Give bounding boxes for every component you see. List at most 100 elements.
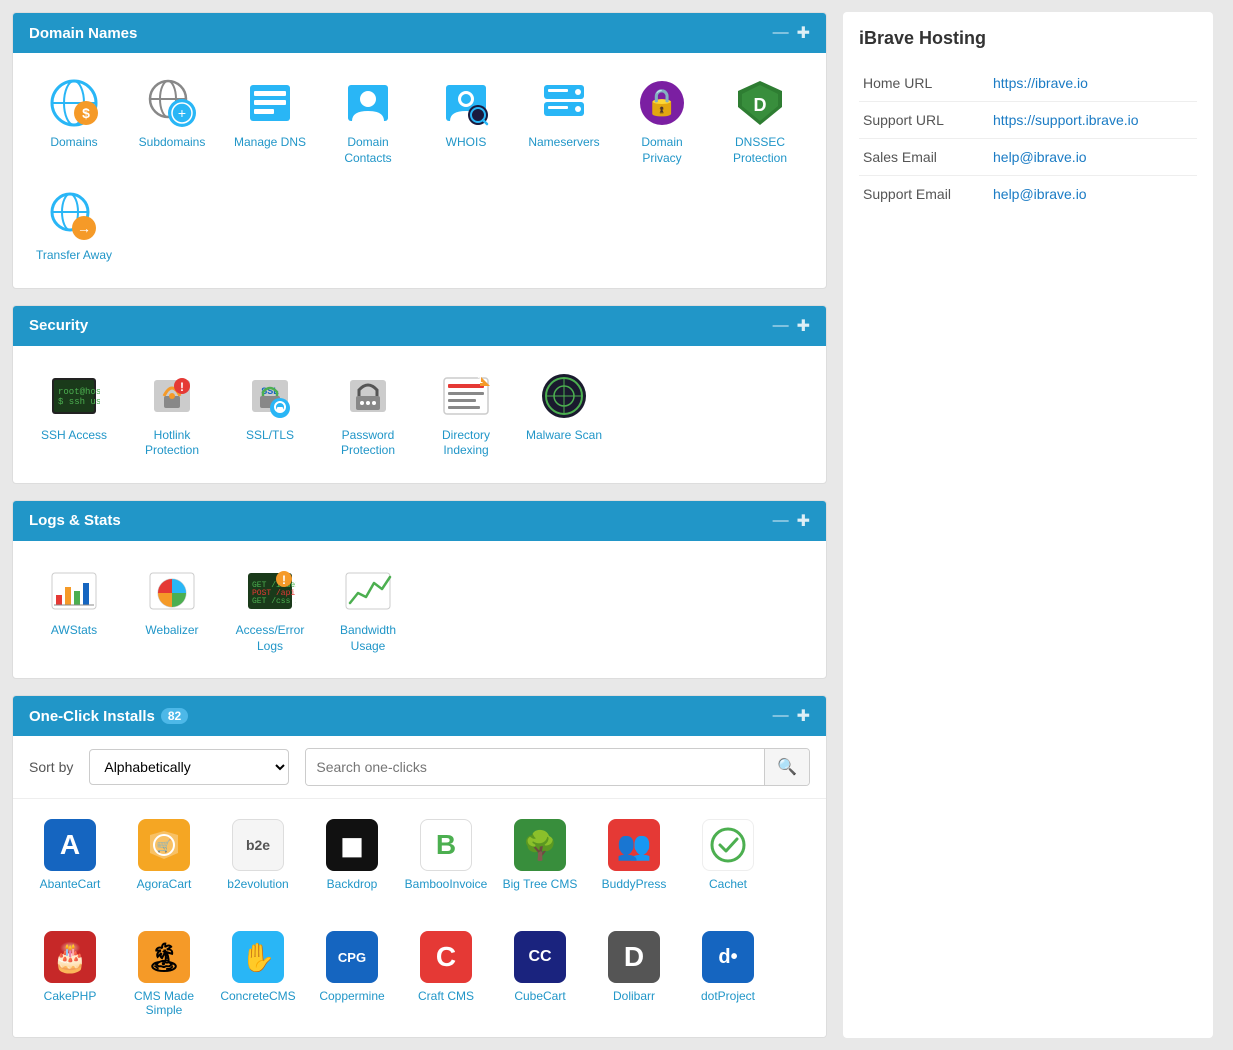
dolibarr-label: Dolibarr xyxy=(613,989,655,1003)
subdomains-item[interactable]: + Subdomains xyxy=(127,69,217,174)
logs-minimize-icon[interactable]: — xyxy=(773,512,789,530)
app-craftcms[interactable]: C Craft CMS xyxy=(401,923,491,1025)
app-agoracart[interactable]: 🛒 AgoraCart xyxy=(119,811,209,899)
sales-email-row: Sales Email help@ibrave.io xyxy=(859,139,1197,176)
sidebar: iBrave Hosting Home URL https://ibrave.i… xyxy=(843,12,1213,1038)
svg-text:🔒: 🔒 xyxy=(646,87,678,117)
app-abantecart[interactable]: A AbanteCart xyxy=(25,811,115,899)
whois-label: WHOIS xyxy=(446,135,487,151)
whois-icon xyxy=(440,77,492,129)
app-cakephp[interactable]: 🎂 CakePHP xyxy=(25,923,115,1025)
svg-text:→: → xyxy=(77,220,91,236)
app-b2evolution[interactable]: b2e b2evolution xyxy=(213,811,303,899)
app-cubecart[interactable]: CC CubeCart xyxy=(495,923,585,1025)
app-dolibarr[interactable]: D Dolibarr xyxy=(589,923,679,1025)
password-protection-icon xyxy=(342,370,394,422)
home-url-link[interactable]: https://ibrave.io xyxy=(993,75,1088,91)
cubecart-label: CubeCart xyxy=(514,989,565,1003)
dnssec-icon: D xyxy=(734,77,786,129)
app-cachet[interactable]: Cachet xyxy=(683,811,773,899)
support-email-row: Support Email help@ibrave.io xyxy=(859,176,1197,213)
search-input[interactable] xyxy=(306,749,764,785)
coppermine-icon: CPG xyxy=(326,931,378,983)
domains-item[interactable]: $ Domains xyxy=(29,69,119,174)
svg-text:🛒: 🛒 xyxy=(157,839,172,853)
hotlink-protection-label: Hotlink Protection xyxy=(131,428,213,459)
domains-label: Domains xyxy=(50,135,97,151)
awstats-label: AWStats xyxy=(51,623,97,639)
support-email-link[interactable]: help@ibrave.io xyxy=(993,186,1087,202)
password-protection-label: Password Protection xyxy=(327,428,409,459)
support-url-link[interactable]: https://support.ibrave.io xyxy=(993,112,1139,128)
transfer-away-item[interactable]: → Transfer Away xyxy=(29,182,119,272)
ssl-tls-label: SSL/TLS xyxy=(246,428,294,444)
sidebar-info-table: Home URL https://ibrave.io Support URL h… xyxy=(859,65,1197,212)
dnssec-item[interactable]: D DNSSEC Protection xyxy=(715,69,805,174)
logs-stats-body: AWStats Webalizer xyxy=(13,541,826,678)
manage-dns-item[interactable]: Manage DNS xyxy=(225,69,315,174)
hotlink-protection-item[interactable]: ! Hotlink Protection xyxy=(127,362,217,467)
one-click-title: One-Click Installs 82 xyxy=(29,708,188,725)
domain-contacts-icon xyxy=(342,77,394,129)
password-protection-item[interactable]: Password Protection xyxy=(323,362,413,467)
svg-text:GET /css 200: GET /css 200 xyxy=(252,597,296,606)
home-url-label: Home URL xyxy=(859,65,989,102)
logs-stats-controls: — ✚ xyxy=(773,511,810,531)
bandwidth-usage-label: Bandwidth Usage xyxy=(327,623,409,654)
one-click-expand-icon[interactable]: ✚ xyxy=(797,706,810,726)
ssl-tls-item[interactable]: SSL SSL/TLS xyxy=(225,362,315,467)
logs-expand-icon[interactable]: ✚ xyxy=(797,511,810,531)
expand-icon[interactable]: ✚ xyxy=(797,23,810,43)
app-dotproject[interactable]: d• dotProject xyxy=(683,923,773,1025)
support-email-value: help@ibrave.io xyxy=(989,176,1197,213)
sort-select[interactable]: Alphabetically Most Popular Newest xyxy=(89,749,289,785)
awstats-item[interactable]: AWStats xyxy=(29,557,119,662)
svg-text:!: ! xyxy=(282,573,286,587)
domain-privacy-label: Domain Privacy xyxy=(621,135,703,166)
subdomains-icon: + xyxy=(146,77,198,129)
app-cms-made-simple[interactable]: 🏝 CMS Made Simple xyxy=(119,923,209,1025)
apps-grid-row1: A AbanteCart 🛒 AgoraCart b2e b2evolution xyxy=(13,799,826,911)
app-buddypress[interactable]: 👥 BuddyPress xyxy=(589,811,679,899)
whois-item[interactable]: WHOIS xyxy=(421,69,511,174)
ssh-access-item[interactable]: root@host $ ssh user SSH Access xyxy=(29,362,119,467)
domain-names-header: Domain Names — ✚ xyxy=(13,13,826,53)
manage-dns-label: Manage DNS xyxy=(234,135,306,151)
domain-names-title: Domain Names xyxy=(29,25,137,42)
app-backdrop[interactable]: ◼ Backdrop xyxy=(307,811,397,899)
minimize-icon[interactable]: — xyxy=(773,24,789,42)
nameservers-icon xyxy=(538,77,590,129)
logs-stats-panel: Logs & Stats — ✚ AW xyxy=(12,500,827,679)
security-body: root@host $ ssh user SSH Access ! xyxy=(13,346,826,483)
app-bigtreecms[interactable]: 🌳 Big Tree CMS xyxy=(495,811,585,899)
app-bambooinvoice[interactable]: B BambooInvoice xyxy=(401,811,491,899)
domain-contacts-item[interactable]: Domain Contacts xyxy=(323,69,413,174)
support-url-row: Support URL https://support.ibrave.io xyxy=(859,102,1197,139)
craftcms-label: Craft CMS xyxy=(418,989,474,1003)
malware-scan-icon xyxy=(538,370,590,422)
hotlink-protection-icon: ! xyxy=(146,370,198,422)
transfer-away-label: Transfer Away xyxy=(36,248,112,264)
access-error-logs-item[interactable]: GET /index 200 POST /api 404 GET /css 20… xyxy=(225,557,315,662)
security-expand-icon[interactable]: ✚ xyxy=(797,316,810,336)
malware-scan-item[interactable]: Malware Scan xyxy=(519,362,609,467)
bandwidth-usage-item[interactable]: Bandwidth Usage xyxy=(323,557,413,662)
webalizer-item[interactable]: Webalizer xyxy=(127,557,217,662)
one-click-panel: One-Click Installs 82 — ✚ Sort by Alphab… xyxy=(12,695,827,1038)
nameservers-item[interactable]: Nameservers xyxy=(519,69,609,174)
cachet-label: Cachet xyxy=(709,877,747,891)
domain-privacy-item[interactable]: 🔒 Domain Privacy xyxy=(617,69,707,174)
webalizer-label: Webalizer xyxy=(145,623,198,639)
app-coppermine[interactable]: CPG Coppermine xyxy=(307,923,397,1025)
home-url-value: https://ibrave.io xyxy=(989,65,1197,102)
sales-email-link[interactable]: help@ibrave.io xyxy=(993,149,1087,165)
search-button[interactable]: 🔍 xyxy=(764,749,809,785)
svg-text:$: $ xyxy=(82,105,90,121)
directory-indexing-item[interactable]: 1 Directory Indexing xyxy=(421,362,511,467)
one-click-controls: — ✚ xyxy=(773,706,810,726)
one-click-minimize-icon[interactable]: — xyxy=(773,707,789,725)
cakephp-icon: 🎂 xyxy=(44,931,96,983)
awstats-icon xyxy=(48,565,100,617)
security-minimize-icon[interactable]: — xyxy=(773,317,789,335)
app-concretecms[interactable]: ✋ ConcreteCMS xyxy=(213,923,303,1025)
